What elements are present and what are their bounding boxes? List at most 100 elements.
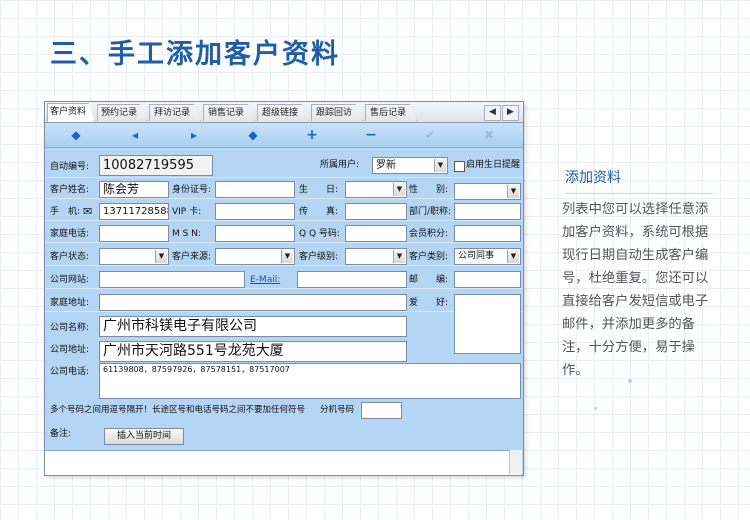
- status-label: 客户状态:: [50, 252, 90, 262]
- home-phone-label: 家庭电话:: [50, 229, 90, 239]
- tab-after-sales[interactable]: 售后记录: [365, 104, 417, 121]
- send-sms-icon[interactable]: ✉: [83, 203, 92, 220]
- tab-scroll-right-icon[interactable]: ▶: [502, 105, 519, 121]
- dept-label: 部门/职称:: [409, 207, 452, 217]
- first-record-icon[interactable]: ◆: [66, 126, 86, 144]
- idcard-label: 身份证号:: [172, 185, 212, 195]
- chevron-down-icon[interactable]: ▼: [434, 159, 446, 172]
- notes-label: 备注:: [50, 429, 72, 439]
- company-name-field[interactable]: 广州市科镁电子有限公司: [99, 316, 407, 337]
- notes-field[interactable]: [45, 450, 521, 475]
- customer-window: 客户资料 预约记录 拜访记录 销售记录 超级链接 跟踪回访 售后记录 ◀ ▶ ◆…: [44, 101, 524, 476]
- side-description: 列表中您可以选择任意添加客户资料，系统可根据现行日期自动生成客户编号，杜绝重复。…: [562, 202, 709, 378]
- type-value: 公司同事: [458, 251, 495, 261]
- tab-follow-up[interactable]: 跟踪回访: [311, 104, 363, 121]
- tab-appointments[interactable]: 预约记录: [97, 104, 147, 121]
- hobby-field[interactable]: [454, 294, 521, 354]
- notes-scrollbar[interactable]: [509, 450, 522, 474]
- tab-sales[interactable]: 销售记录: [203, 104, 255, 121]
- owner-label: 所属用户:: [320, 160, 360, 170]
- decoration-dot: [628, 379, 632, 383]
- side-divider: [565, 193, 713, 194]
- type-select[interactable]: 公司同事 ▼: [454, 248, 521, 265]
- idcard-field[interactable]: [215, 181, 295, 198]
- gender-select[interactable]: ▼: [454, 183, 521, 200]
- insert-time-button[interactable]: 插入当前时间: [104, 428, 184, 445]
- ext-field[interactable]: [361, 402, 402, 419]
- divider: [45, 265, 523, 266]
- company-address-label: 公司地址:: [50, 345, 90, 355]
- birthday-field[interactable]: ▼: [345, 181, 407, 198]
- name-label: 客户姓名:: [50, 185, 90, 195]
- delete-record-icon[interactable]: −: [361, 126, 381, 144]
- divider: [45, 311, 523, 312]
- company-address-field[interactable]: 广州市天河路551号龙苑大厦: [99, 341, 407, 362]
- points-label: 会员积分:: [409, 229, 449, 239]
- mobile-field[interactable]: 13711728588: [99, 203, 169, 220]
- birthday-reminder-checkbox[interactable]: [454, 161, 465, 172]
- tab-hyperlinks[interactable]: 超级链接: [257, 104, 309, 121]
- dept-field[interactable]: [454, 203, 521, 220]
- vip-field[interactable]: [215, 203, 295, 220]
- source-select[interactable]: ▼: [215, 248, 295, 265]
- tab-bar: 客户资料 预约记录 拜访记录 销售记录 超级链接 跟踪回访 售后记录 ◀ ▶: [45, 102, 523, 123]
- qq-label: Q Q 号码:: [299, 229, 340, 239]
- company-phone-label: 公司电话:: [50, 367, 90, 377]
- divider: [45, 177, 523, 178]
- auto-id-label: 自动编号:: [50, 162, 90, 172]
- owner-select[interactable]: 罗新 ▼: [372, 157, 448, 174]
- auto-id-field: 10082719595: [99, 155, 213, 176]
- name-field[interactable]: 陈会芳: [99, 181, 169, 198]
- birthday-label: 生 日:: [299, 185, 339, 195]
- prev-record-icon[interactable]: ◂: [125, 126, 145, 144]
- tab-customer-info[interactable]: 客户资料: [47, 103, 95, 122]
- cancel-record-icon[interactable]: ✖: [479, 126, 499, 144]
- zip-label: 邮 编:: [409, 275, 449, 285]
- home-phone-field[interactable]: [99, 225, 169, 242]
- chevron-down-icon[interactable]: ▼: [155, 250, 167, 263]
- chevron-down-icon[interactable]: ▼: [507, 250, 519, 263]
- divider: [45, 242, 523, 243]
- msn-field[interactable]: [215, 225, 295, 242]
- ext-label: 分机号码: [320, 405, 355, 415]
- level-label: 客户级别:: [299, 252, 339, 262]
- chevron-down-icon[interactable]: ▼: [281, 250, 293, 263]
- fax-label: 传 真:: [299, 207, 339, 217]
- page-title: 三、手工添加客户资料: [50, 39, 340, 70]
- decoration-dot: [594, 407, 597, 410]
- email-field[interactable]: [297, 271, 407, 288]
- points-field[interactable]: [454, 225, 521, 242]
- fax-field[interactable]: [345, 203, 407, 220]
- mobile-label: 手 机:: [50, 207, 81, 217]
- birthday-reminder-label: 启用生日提醒: [466, 160, 521, 170]
- record-toolbar: ◆ ◂ ▸ ◆ + − ✔ ✖: [45, 123, 523, 148]
- source-label: 客户来源:: [172, 252, 212, 262]
- tab-visits[interactable]: 拜访记录: [149, 104, 201, 121]
- website-label: 公司网站:: [50, 275, 90, 285]
- add-record-icon[interactable]: +: [302, 126, 322, 144]
- email-link[interactable]: E-Mail:: [250, 272, 280, 289]
- zip-field[interactable]: [454, 271, 521, 288]
- customer-form: 自动编号: 10082719595 所属用户: 罗新 ▼ 启用生日提醒 客户姓名…: [45, 148, 523, 475]
- home-address-field[interactable]: [99, 294, 407, 311]
- company-phone-field[interactable]: 61139808，87597926，87578151，87517007: [99, 363, 521, 399]
- chevron-down-icon[interactable]: ▼: [393, 183, 405, 196]
- website-field[interactable]: [99, 271, 245, 288]
- msn-label: M S N:: [172, 229, 201, 239]
- next-record-icon[interactable]: ▸: [184, 126, 204, 144]
- last-record-icon[interactable]: ◆: [243, 126, 263, 144]
- qq-field[interactable]: [345, 225, 407, 242]
- chevron-down-icon[interactable]: ▼: [393, 250, 405, 263]
- save-record-icon[interactable]: ✔: [420, 126, 440, 144]
- divider: [45, 198, 523, 199]
- phone-hint: 多个号码之间用逗号隔开！长途区号和电话号码之间不要加任何符号: [50, 405, 306, 415]
- status-select[interactable]: ▼: [99, 248, 169, 265]
- tab-scroll-left-icon[interactable]: ◀: [484, 105, 501, 121]
- owner-value: 罗新: [376, 160, 396, 171]
- divider: [45, 220, 523, 221]
- type-label: 客户类别:: [409, 252, 449, 262]
- home-address-label: 家庭地址:: [50, 298, 90, 308]
- chevron-down-icon[interactable]: ▼: [507, 185, 519, 198]
- level-select[interactable]: ▼: [345, 248, 407, 265]
- company-name-label: 公司名称:: [50, 323, 90, 333]
